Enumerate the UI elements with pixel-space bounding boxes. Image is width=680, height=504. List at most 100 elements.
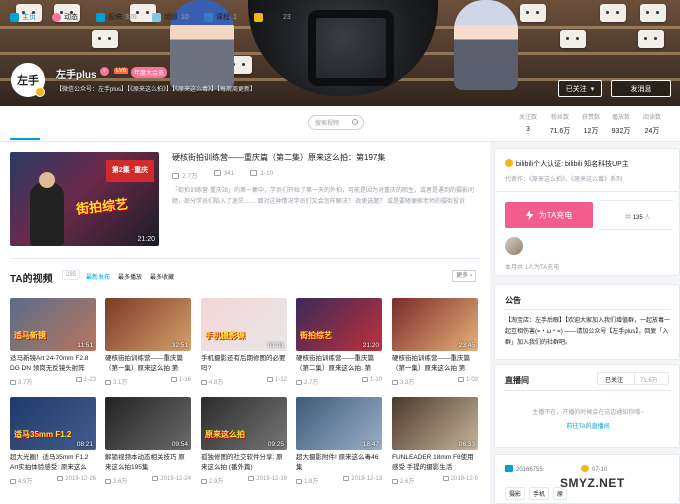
sort-most-played[interactable]: 最多播放: [118, 272, 142, 281]
publish-date: 2019-12-9: [442, 476, 478, 485]
video-meta: 4.9万 2019-12-26: [10, 476, 96, 485]
video-card[interactable]: 32:51 硬核街拍训练营——重庆篇（第一集）原来这么拍 第 3.1万 1-16: [105, 298, 191, 386]
play-count: 2.7万: [172, 170, 198, 180]
video-meta: 3.3万 1-03: [392, 377, 478, 386]
live-title: 直播间: [505, 376, 529, 385]
clock-icon: [250, 170, 258, 176]
play-icon: [105, 479, 111, 484]
clock-icon: [248, 476, 255, 481]
clock-icon: [57, 476, 64, 481]
tab-label: 频道: [164, 14, 178, 21]
play-icon: [296, 380, 302, 385]
video-thumbnail[interactable]: 32:51: [105, 298, 191, 351]
play-icon: [10, 380, 16, 385]
sort-most-favorited[interactable]: 最多收藏: [150, 272, 174, 281]
video-title[interactable]: 超大摄影附件! 原来这么毒46集: [296, 453, 382, 473]
search-input[interactable]: 搜索视频: [308, 115, 364, 130]
thumb-person: [30, 172, 64, 246]
tag[interactable]: 摄影: [505, 487, 526, 500]
play-icon: [392, 380, 398, 385]
play-count: 4.9万: [10, 476, 32, 485]
clock-icon: [361, 377, 368, 382]
video-title[interactable]: 适马新镜Art 24-70mm F2.8 DG DN 领岗无反镜头射阵: [10, 354, 96, 374]
gender-icon: ♀: [100, 67, 109, 76]
video-title[interactable]: 手机摄影还有后期修图的必要吗?: [201, 354, 287, 374]
clock-icon: [343, 476, 350, 481]
tab-uploads[interactable]: 投稿 326: [96, 12, 137, 22]
video-title[interactable]: 超大光圈！适马35mm F1.2 Art实拍体验感受: 原来这么: [10, 453, 96, 473]
video-card[interactable]: 适马新镜 11:51 适马新镜Art 24-70mm F2.8 DG DN 领岗无反…: [10, 298, 96, 386]
tab-count: 1: [233, 13, 237, 21]
play-icon: [10, 479, 16, 484]
video-duration: 06:33: [458, 441, 475, 448]
charger-avatar[interactable]: [505, 237, 523, 255]
tab-label: 投稿: [108, 14, 122, 21]
video-card[interactable]: 09:54 解锁视频本动态相关技巧 原来这么拍195集 2.6万 2019-12-24: [105, 397, 191, 485]
charge-button[interactable]: 为TA充电: [505, 202, 593, 228]
tab-channels[interactable]: 频道 10: [152, 12, 189, 22]
featured-video-thumbnail[interactable]: 第2集 ·重庆 街拍综艺 21:20: [10, 152, 159, 246]
video-meta: 4.8万 1-12: [201, 377, 287, 386]
video-card[interactable]: 手机摄影课 01:01 手机摄影还有后期修图的必要吗? 4.8万 1-12: [201, 298, 287, 386]
charge-label: 为TA充电: [538, 210, 573, 220]
featured-video-title[interactable]: 硬核街拍训练营——重庆篇（第二集）原来这么拍：第197集: [172, 152, 385, 163]
danmaku-count: 341: [213, 170, 234, 180]
video-thumbnail[interactable]: 街拍综艺 21:20: [296, 298, 382, 351]
clock-icon: [170, 377, 177, 382]
video-title[interactable]: 硬核街拍训练营——重庆篇（第一集）原来这么拍 第: [105, 354, 191, 374]
video-card[interactable]: 街拍综艺 21:20 硬核街拍训练营——重庆篇（第二集）原来这么拍: 第 2.7万 1-…: [296, 298, 382, 386]
notice-content: 【淘宝店：左手后眼】【欢迎大家加入我们增值群，一起放毒一起互相伤害(=・ω・=)…: [505, 318, 671, 346]
verified-badge-icon: [35, 87, 45, 97]
video-thumbnail[interactable]: 06:33: [392, 397, 478, 450]
video-meta: 2.7万 1-10: [296, 377, 382, 386]
video-duration: 18:47: [362, 441, 379, 448]
sort-latest[interactable]: 最新发布: [86, 272, 110, 281]
level-badge: LV6: [114, 68, 129, 74]
live-follow-box[interactable]: 已关注 71.6万: [597, 372, 669, 385]
video-card[interactable]: 原来这么拍 09:25 孤独修图的社交软件分享: 原来这么拍 (番外篇) 2.9万 20…: [201, 397, 287, 485]
video-card[interactable]: 23:45 硬核街拍训练营——重庆篇（第一集）原来这么拍 第 3.3万 1-03: [392, 298, 478, 386]
video-card[interactable]: 适马35mm F1.2 08:21 超大光圈！适马35mm F1.2 Art实拍体验…: [10, 397, 96, 485]
video-meta: 2.6万 2019-12-24: [105, 476, 191, 485]
video-title[interactable]: 硬核街拍训练营——重庆篇（第二集）原来这么拍: 第: [296, 354, 382, 374]
play-icon: [201, 479, 207, 484]
video-thumbnail[interactable]: 适马35mm F1.2 08:21: [10, 397, 96, 450]
clock-icon: [75, 377, 82, 382]
tab-courses[interactable]: 课程 1: [204, 12, 237, 22]
video-thumbnail[interactable]: 09:54: [105, 397, 191, 450]
followed-button[interactable]: 已关注 ▾: [558, 80, 602, 97]
play-count: 2.7万: [296, 377, 318, 386]
live-room-link[interactable]: 前往TA的直播间: [495, 421, 680, 430]
video-title[interactable]: 硬核街拍训练营——重庆篇（第一集）原来这么拍 第: [392, 354, 478, 374]
charge-panel: 为TA充电 共 135 人 本月共 1人为TA充电: [494, 192, 680, 276]
video-title[interactable]: 解锁视频本动态相关技巧 原来这么拍195集: [105, 453, 191, 473]
video-title[interactable]: FUNLEADER 18mm F8使用感受 手提的摄影生活: [392, 453, 478, 473]
video-card[interactable]: 06:33 FUNLEADER 18mm F8使用感受 手提的摄影生活 2.6万 20…: [392, 397, 478, 485]
tab-dynamic[interactable]: 动态: [52, 12, 78, 22]
stat-value: 24万: [644, 128, 660, 135]
followed-label: 已关注: [565, 85, 587, 93]
uid-icon: [505, 465, 513, 472]
video-card[interactable]: 18:47 超大摄影附件! 原来这么毒46集 1.8万 2019-12-13: [296, 397, 382, 485]
divider: [503, 390, 671, 391]
video-thumbnail[interactable]: 18:47: [296, 397, 382, 450]
more-videos-button[interactable]: 更多 ›: [452, 270, 476, 282]
video-thumbnail[interactable]: 23:45: [392, 298, 478, 351]
notice-panel: 公告 【淘宝店：左手后眼】【欢迎大家加入我们增值群，一起放毒一起互相伤害(=・ω…: [494, 284, 680, 360]
play-icon: [201, 380, 207, 385]
video-thumbnail[interactable]: 手机摄影课 01:01: [201, 298, 287, 351]
video-title[interactable]: 孤独修图的社交软件分享: 原来这么拍 (番外篇): [201, 453, 287, 473]
vip-badge[interactable]: 年度大会员: [131, 67, 168, 78]
tab-home[interactable]: 主页: [10, 12, 36, 22]
video-thumbnail[interactable]: 适马新镜 11:51: [10, 298, 96, 351]
video-thumbnail[interactable]: 原来这么拍 09:25: [201, 397, 287, 450]
tag[interactable]: 手机: [529, 487, 550, 500]
tab-favorites[interactable]: 收藏 23: [254, 12, 291, 22]
send-message-button[interactable]: 发消息: [611, 80, 671, 97]
play-icon: [392, 479, 398, 484]
search-icon[interactable]: [352, 119, 358, 125]
play-icon: [296, 479, 302, 484]
video-duration: 09:25: [267, 441, 284, 448]
chevron-down-icon: ▾: [590, 85, 595, 93]
star-icon: [254, 12, 263, 22]
